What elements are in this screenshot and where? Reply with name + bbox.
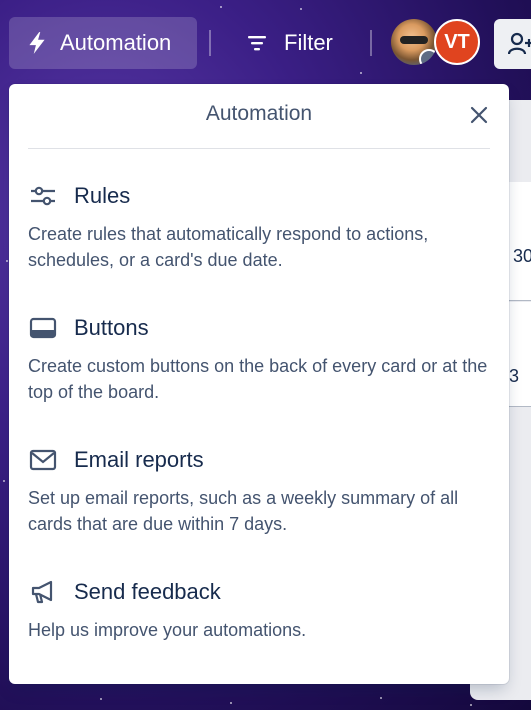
filter-button-label: Filter [284,30,333,55]
rules-label: Rules [74,183,131,208]
buttons-description: Create custom buttons on the back of eve… [28,356,488,402]
button-icon [28,313,58,343]
envelope-icon [28,445,58,475]
board-header: Automation Filter VT [0,0,531,86]
close-icon[interactable] [467,103,491,127]
email-reports-option[interactable]: Email reports Set up email reports, such… [28,445,498,537]
automation-button-label: Automation [60,30,172,55]
share-button[interactable] [494,19,531,69]
send-feedback-description: Help us improve your automations. [28,620,307,640]
header-divider [209,30,211,56]
automation-popover: Automation Rules Create rules that autom… [9,84,509,684]
email-reports-label: Email reports [74,447,204,472]
avatar-initials[interactable]: VT [434,19,480,65]
add-person-icon [508,32,531,55]
header-divider [370,30,372,56]
lightning-bolt-icon [29,32,45,54]
email-reports-description: Set up email reports, such as a weekly s… [28,488,459,534]
rules-option[interactable]: Rules Create rules that automatically re… [28,181,498,273]
filter-icon [248,36,266,51]
rules-description: Create rules that automatically respond … [28,224,429,270]
admin-badge-icon [419,49,437,65]
buttons-option[interactable]: Buttons Create custom buttons on the bac… [28,313,498,405]
filter-button[interactable]: Filter [236,17,356,69]
send-feedback-option[interactable]: Send feedback Help us improve your autom… [28,577,498,643]
avatar[interactable] [391,19,437,65]
popover-title: Automation [205,102,313,125]
buttons-label: Buttons [74,315,149,340]
sliders-icon [28,181,58,211]
automation-button[interactable]: Automation [9,17,197,69]
background-card-text: 30 [513,246,531,266]
megaphone-icon [28,577,58,607]
send-feedback-label: Send feedback [74,579,221,604]
popover-divider [28,148,490,149]
